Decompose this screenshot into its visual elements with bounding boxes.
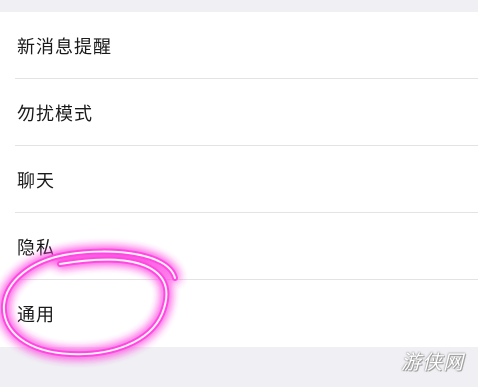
- settings-item-label: 新消息提醒: [17, 36, 112, 58]
- settings-item-label: 通用: [17, 304, 55, 326]
- settings-item-label: 隐私: [17, 237, 55, 259]
- settings-list: 新消息提醒 勿扰模式 聊天 隐私 通用: [0, 12, 478, 347]
- settings-item-privacy[interactable]: 隐私: [0, 213, 478, 280]
- watermark-logo: 游侠网: [401, 350, 464, 374]
- settings-item-label: 聊天: [17, 170, 55, 192]
- settings-item-new-message-notification[interactable]: 新消息提醒: [0, 12, 478, 79]
- settings-item-do-not-disturb[interactable]: 勿扰模式: [0, 79, 478, 146]
- top-spacer: [0, 0, 478, 12]
- settings-item-chat[interactable]: 聊天: [0, 146, 478, 213]
- settings-item-general[interactable]: 通用: [0, 280, 478, 347]
- settings-item-label: 勿扰模式: [17, 103, 93, 125]
